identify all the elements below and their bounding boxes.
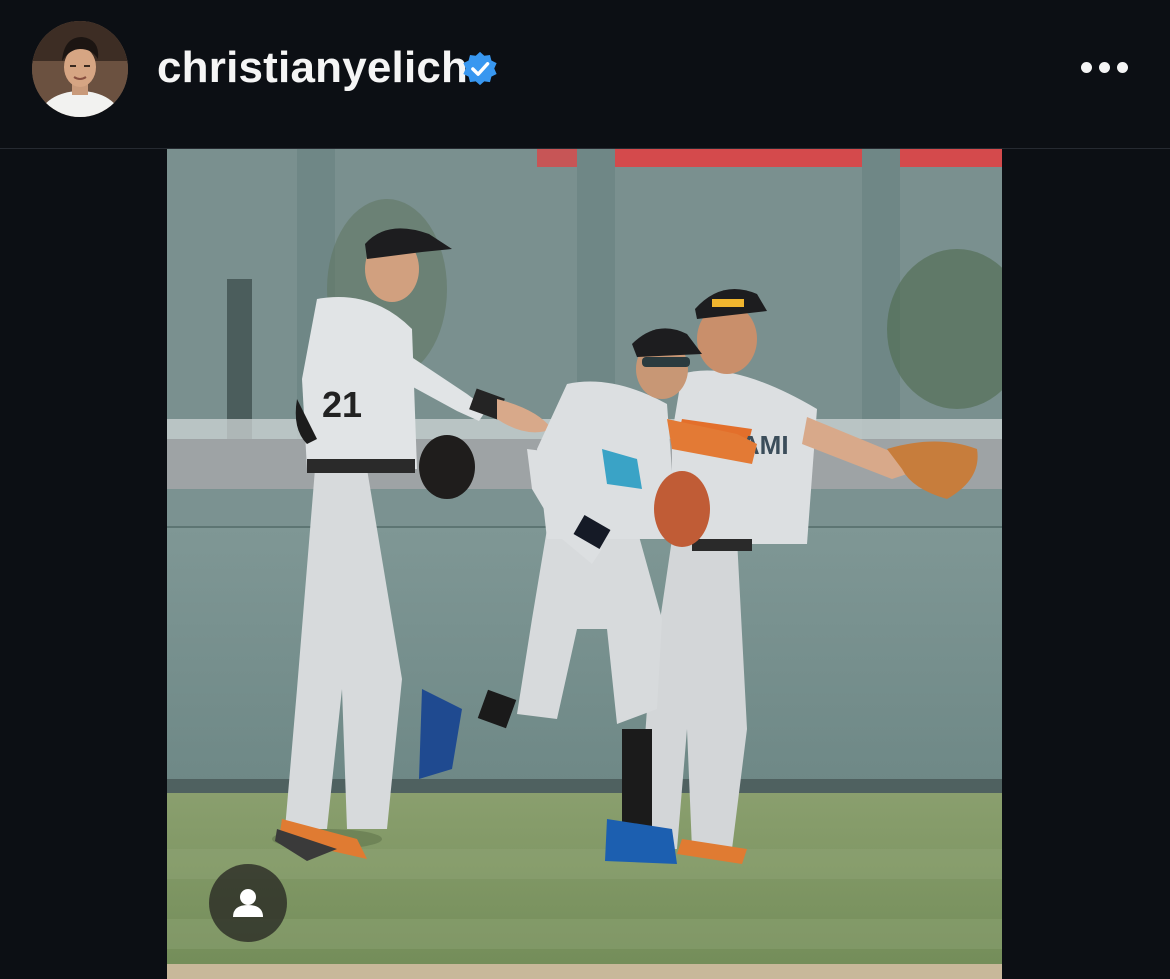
post-photo[interactable]: 21 MIAMI xyxy=(167,149,1002,979)
person-tag-icon[interactable] xyxy=(209,864,287,942)
username[interactable]: christianyelich xyxy=(157,42,468,94)
profile-avatar[interactable] xyxy=(32,21,128,117)
jersey-number: 21 xyxy=(322,384,362,425)
more-options-icon[interactable] xyxy=(1075,50,1135,86)
post-header: christianyelich xyxy=(0,0,1170,149)
avatar-image xyxy=(32,21,128,117)
person-icon xyxy=(233,889,263,917)
verified-badge-icon xyxy=(463,51,497,86)
baseball-players-photo: 21 MIAMI xyxy=(167,149,1002,979)
